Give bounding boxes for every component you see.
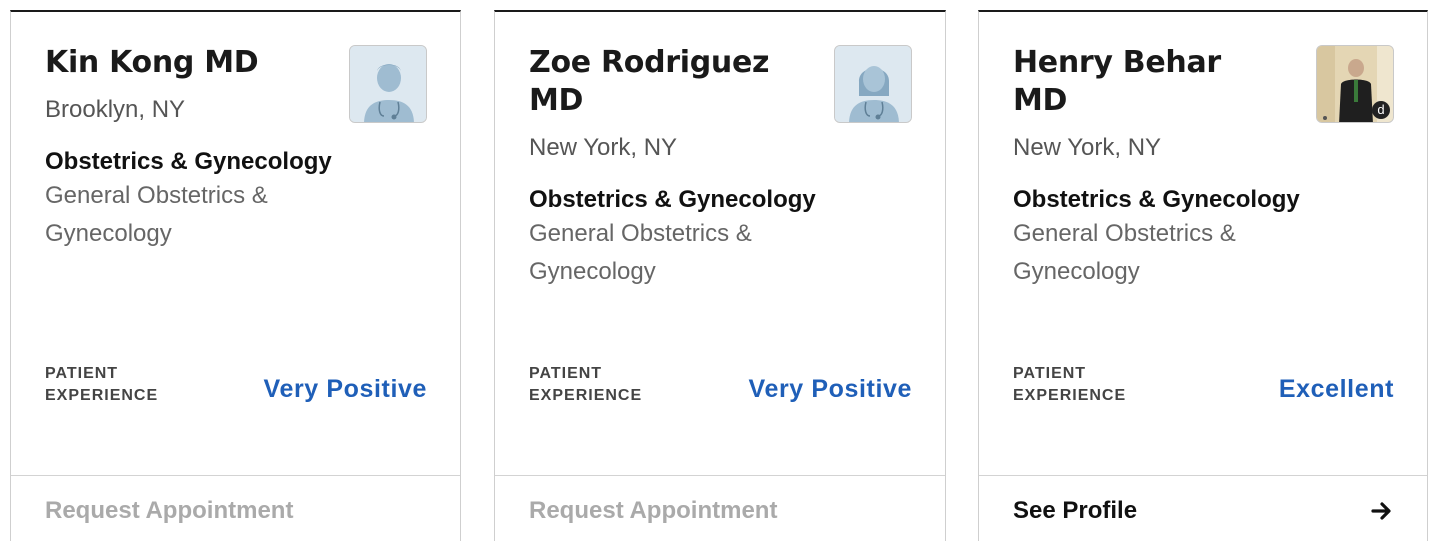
patient-experience-label: PATIENT EXPERIENCE [1013, 363, 1126, 407]
female-doctor-avatar-icon [835, 46, 911, 122]
doctor-specialty: Obstetrics & Gynecology [529, 186, 816, 213]
patient-experience-label-line2: EXPERIENCE [1013, 387, 1127, 404]
card-divider [11, 475, 460, 476]
patient-experience-label-line1: PATIENT [1013, 365, 1087, 382]
doctor-subspecialty: General Obstetrics & Gynecology [529, 220, 752, 285]
doctor-specialty: Obstetrics & Gynecology [45, 148, 332, 175]
doctor-card[interactable]: Zoe Rodriguez MD New York, NY Obstetrics… [494, 10, 946, 541]
doctor-card[interactable]: Henry Behar MD d New York, NY Obstetrics… [978, 10, 1428, 541]
doctor-card-body: Kin Kong MD Brooklyn, NY Obstetrics & Gy… [11, 12, 460, 475]
patient-experience-label-line1: PATIENT [45, 365, 119, 382]
card-divider [979, 475, 1427, 476]
doctor-name[interactable]: Zoe Rodriguez MD [529, 44, 789, 120]
photo-badge: d [1372, 101, 1390, 119]
patient-experience-label: PATIENT EXPERIENCE [45, 363, 158, 407]
arrow-right-icon [1370, 496, 1394, 529]
patient-experience-value: Excellent [1278, 375, 1394, 403]
doctor-subspecialty: General Obstetrics & Gynecology [45, 182, 268, 247]
request-appointment-label: Request Appointment [529, 497, 778, 524]
doctor-info: New York, NY Obstetrics & Gynecology Gen… [1013, 133, 1313, 291]
card-divider [495, 475, 945, 476]
doctor-name[interactable]: Kin Kong MD [45, 44, 305, 82]
doctor-subspecialty: General Obstetrics & Gynecology [1013, 220, 1236, 285]
patient-experience-label-line2: EXPERIENCE [45, 387, 159, 404]
male-doctor-avatar-icon [350, 46, 426, 122]
request-appointment-button[interactable]: Request Appointment [529, 496, 912, 526]
photo-frame [349, 45, 427, 123]
request-appointment-button[interactable]: Request Appointment [45, 496, 427, 526]
doctor-info: New York, NY Obstetrics & Gynecology Gen… [529, 133, 829, 291]
doctor-specialty: Obstetrics & Gynecology [1013, 186, 1300, 213]
doctor-card[interactable]: Kin Kong MD Brooklyn, NY Obstetrics & Gy… [10, 10, 461, 541]
doctor-info: Brooklyn, NY Obstetrics & Gynecology Gen… [45, 95, 345, 253]
photo-frame [834, 45, 912, 123]
see-profile-button[interactable]: See Profile [1013, 496, 1394, 526]
doctor-name[interactable]: Henry Behar MD [1013, 44, 1273, 120]
doctor-location: New York, NY [529, 134, 678, 161]
patient-experience-value: Very Positive [263, 375, 427, 403]
request-appointment-label: Request Appointment [45, 497, 294, 524]
patient-experience-value: Very Positive [748, 375, 912, 403]
patient-experience-label: PATIENT EXPERIENCE [529, 363, 642, 407]
patient-experience-label-line1: PATIENT [529, 365, 603, 382]
patient-experience-label-line2: EXPERIENCE [529, 387, 643, 404]
see-profile-label: See Profile [1013, 497, 1138, 524]
doctor-card-body: Zoe Rodriguez MD New York, NY Obstetrics… [495, 12, 945, 475]
doctor-location: New York, NY [1013, 134, 1162, 161]
doctor-card-body: Henry Behar MD d New York, NY Obstetrics… [979, 12, 1427, 475]
doctor-location: Brooklyn, NY [45, 96, 186, 123]
photo-frame: d [1316, 45, 1394, 123]
